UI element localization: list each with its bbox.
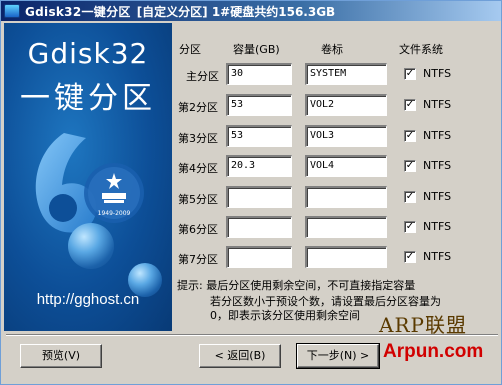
watermark-arp-union: ARP联盟 bbox=[379, 313, 467, 337]
capacity-input[interactable]: 20.3 bbox=[226, 155, 292, 177]
capacity-input[interactable] bbox=[226, 186, 292, 208]
volume-label-input[interactable] bbox=[305, 246, 387, 268]
filesystem-label: NTFS bbox=[423, 67, 452, 80]
capacity-input[interactable]: 30 bbox=[226, 63, 292, 85]
header-filesystem: 文件系统 bbox=[399, 43, 443, 56]
row-label: 第7分区 bbox=[178, 253, 218, 266]
row-label: 第6分区 bbox=[178, 223, 218, 236]
app-icon bbox=[4, 4, 20, 18]
filesystem-label: NTFS bbox=[423, 98, 452, 111]
volume-label-input[interactable]: SYSTEM bbox=[305, 63, 387, 85]
back-button[interactable]: < 返回(B) bbox=[199, 344, 281, 368]
filesystem-checkbox[interactable]: ✓ bbox=[404, 251, 416, 263]
row-label: 第3分区 bbox=[178, 132, 218, 145]
filesystem-label: NTFS bbox=[423, 220, 452, 233]
anniversary-years: 1949-2009 bbox=[98, 210, 131, 217]
filesystem-label: NTFS bbox=[423, 129, 452, 142]
volume-label-input[interactable]: VOL2 bbox=[305, 94, 387, 116]
filesystem-label: NTFS bbox=[423, 159, 452, 172]
banner-url: http://gghost.cn bbox=[36, 291, 140, 308]
filesystem-checkbox[interactable]: ✓ bbox=[404, 99, 416, 111]
filesystem-checkbox[interactable]: ✓ bbox=[404, 191, 416, 203]
volume-label-input[interactable]: VOL4 bbox=[305, 155, 387, 177]
row-label: 第5分区 bbox=[178, 193, 218, 206]
tip-line-3: 0，即表示该分区使用剩余空间 bbox=[210, 309, 360, 322]
capacity-input[interactable]: 53 bbox=[226, 94, 292, 116]
watermark-arpun-url: Arpun.com bbox=[383, 341, 484, 362]
banner-image: Gdisk32 一键分区 1949-2009 http://gghost.cn bbox=[4, 23, 172, 331]
header-volume-label: 卷标 bbox=[321, 43, 343, 56]
filesystem-checkbox[interactable]: ✓ bbox=[404, 68, 416, 80]
next-button[interactable]: 下一步(N) > bbox=[296, 343, 380, 369]
banner-logo-subtitle: 一键分区 bbox=[20, 81, 156, 116]
tip-line-1: 提示: 最后分区使用剩余空间，不可直接指定容量 bbox=[177, 279, 416, 292]
row-label: 主分区 bbox=[186, 70, 219, 83]
row-label: 第4分区 bbox=[178, 162, 218, 175]
bubble-decoration bbox=[68, 223, 114, 269]
window-subtitle: [自定义分区] 1#硬盘共约156.3GB bbox=[136, 4, 336, 19]
preview-button[interactable]: 预览(V) bbox=[20, 344, 102, 368]
capacity-input[interactable]: 53 bbox=[226, 125, 292, 147]
row-label: 第2分区 bbox=[178, 101, 218, 114]
dialog-window: Gdisk32一键分区 [自定义分区] 1#硬盘共约156.3GB Gdisk3… bbox=[0, 0, 502, 385]
volume-label-input[interactable] bbox=[305, 216, 387, 238]
banner-logo-title: Gdisk32 bbox=[27, 37, 149, 70]
filesystem-checkbox[interactable]: ✓ bbox=[404, 221, 416, 233]
volume-label-input[interactable] bbox=[305, 186, 387, 208]
title-bar[interactable]: Gdisk32一键分区 [自定义分区] 1#硬盘共约156.3GB bbox=[1, 1, 501, 21]
filesystem-checkbox[interactable]: ✓ bbox=[404, 130, 416, 142]
header-partition: 分区 bbox=[179, 43, 201, 56]
header-capacity: 容量(GB) bbox=[233, 43, 280, 56]
capacity-input[interactable] bbox=[226, 246, 292, 268]
volume-label-input[interactable]: VOL3 bbox=[305, 125, 387, 147]
filesystem-label: NTFS bbox=[423, 250, 452, 263]
filesystem-label: NTFS bbox=[423, 190, 452, 203]
capacity-input[interactable] bbox=[226, 216, 292, 238]
window-title: Gdisk32一键分区 bbox=[25, 4, 131, 19]
filesystem-checkbox[interactable]: ✓ bbox=[404, 160, 416, 172]
